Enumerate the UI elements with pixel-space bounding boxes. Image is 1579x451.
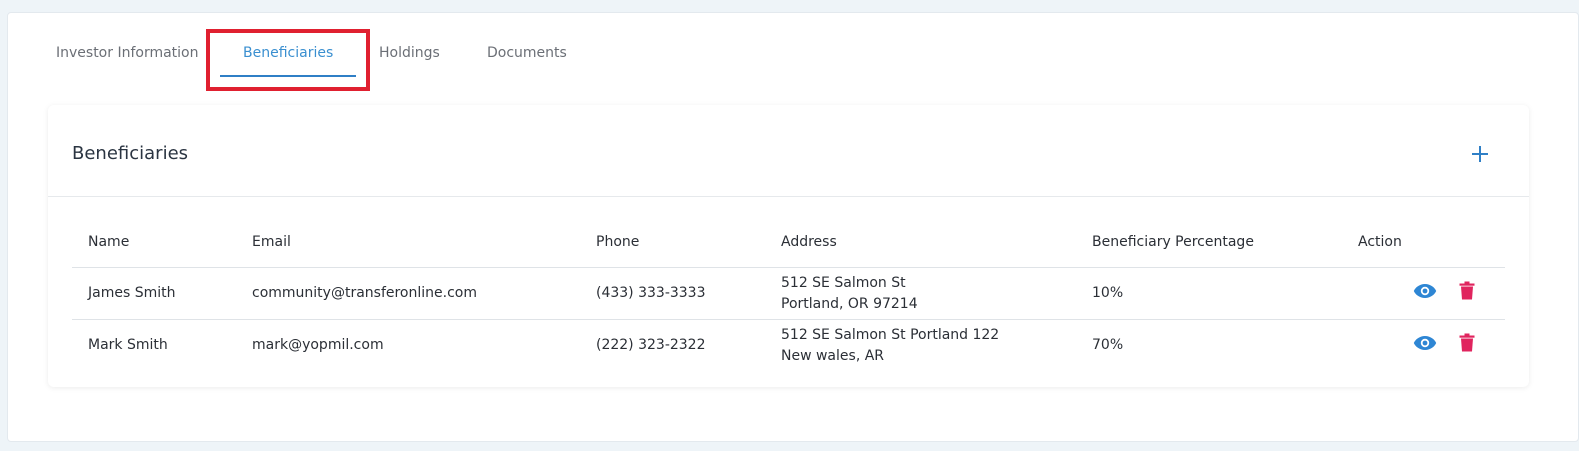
column-header-address: Address bbox=[765, 217, 1076, 268]
tab-documents[interactable]: Documents bbox=[487, 45, 567, 61]
cell-phone: (433) 333-3333 bbox=[580, 267, 765, 320]
trash-icon bbox=[1459, 333, 1475, 352]
column-header-email: Email bbox=[236, 217, 580, 268]
delete-button[interactable] bbox=[1459, 281, 1475, 300]
add-beneficiary-button[interactable] bbox=[1469, 143, 1491, 165]
table-row: Mark Smith mark@yopmil.com (222) 323-232… bbox=[72, 320, 1505, 372]
address-line-1: 512 SE Salmon St bbox=[781, 274, 906, 291]
plus-icon bbox=[1472, 146, 1488, 162]
cell-email: mark@yopmil.com bbox=[252, 337, 384, 353]
page-container: Investor Information Beneficiaries Holdi… bbox=[7, 12, 1579, 442]
delete-button[interactable] bbox=[1459, 333, 1475, 352]
view-button[interactable] bbox=[1413, 335, 1437, 351]
column-header-percentage: Beneficiary Percentage bbox=[1076, 217, 1342, 268]
address-line-2: New wales, AR bbox=[781, 347, 885, 364]
cell-actions bbox=[1342, 320, 1505, 372]
cell-percentage: 70% bbox=[1092, 337, 1124, 353]
column-header-action: Action bbox=[1342, 217, 1505, 268]
tab-bar: Investor Information Beneficiaries Holdi… bbox=[8, 13, 1578, 93]
cell-address: 512 SE Salmon St Portland, OR 97214 bbox=[765, 267, 1076, 320]
address-line-2: Portland, OR 97214 bbox=[781, 295, 918, 312]
cell-address: 512 SE Salmon St Portland 122 New wales,… bbox=[765, 320, 1076, 372]
tab-investor-information[interactable]: Investor Information bbox=[56, 45, 199, 61]
table-row: James Smith community@transferonline.com… bbox=[72, 267, 1505, 320]
cell-phone: (222) 323-2322 bbox=[596, 337, 706, 353]
tab-holdings[interactable]: Holdings bbox=[379, 45, 440, 61]
view-button[interactable] bbox=[1413, 283, 1437, 299]
cell-email: community@transferonline.com bbox=[236, 267, 580, 320]
cell-percentage: 10% bbox=[1076, 267, 1342, 320]
cell-name: Mark Smith bbox=[88, 337, 168, 353]
trash-icon bbox=[1459, 281, 1475, 300]
eye-icon bbox=[1413, 283, 1437, 298]
table-header-row: Name Email Phone Address Beneficiary Per… bbox=[72, 217, 1505, 268]
column-header-phone: Phone bbox=[580, 217, 765, 268]
cell-actions bbox=[1342, 267, 1505, 320]
eye-icon bbox=[1413, 335, 1437, 350]
card-header: Beneficiaries bbox=[48, 105, 1529, 197]
beneficiaries-table: Name Email Phone Address Beneficiary Per… bbox=[72, 217, 1505, 371]
cell-name: James Smith bbox=[72, 267, 236, 320]
beneficiaries-card: Beneficiaries Name Email Phone Address B… bbox=[48, 105, 1529, 387]
address-line-1: 512 SE Salmon St Portland 122 bbox=[781, 326, 1000, 343]
card-title: Beneficiaries bbox=[72, 143, 189, 164]
column-header-name: Name bbox=[72, 217, 236, 268]
highlight-box bbox=[206, 29, 370, 91]
